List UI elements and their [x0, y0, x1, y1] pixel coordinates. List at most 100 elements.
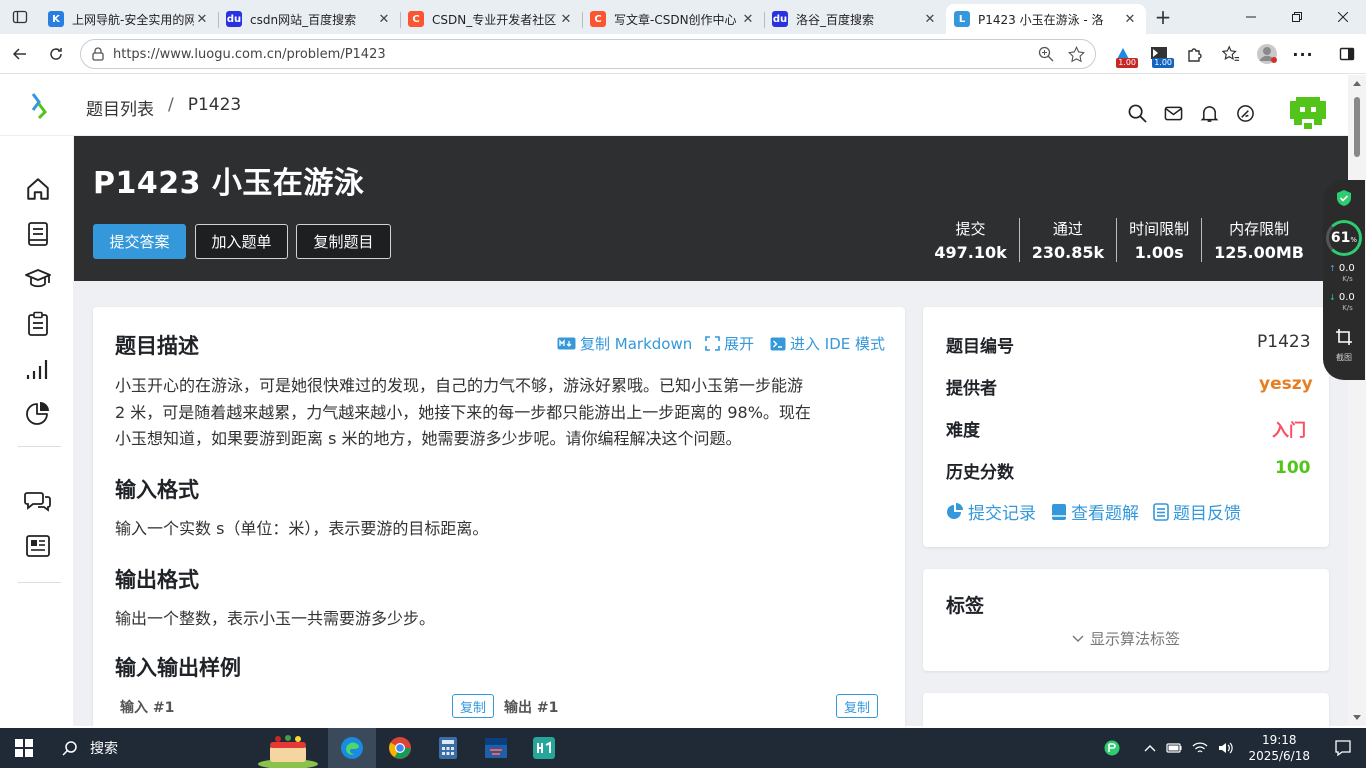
screenshot-icon[interactable]: [1335, 328, 1353, 346]
clock-time: 19:18: [1261, 733, 1297, 747]
chrome-browser-icon: [389, 737, 411, 759]
tab-close-icon[interactable]: ✕: [740, 12, 756, 27]
search-icon[interactable]: [1128, 104, 1147, 123]
expand-button[interactable]: 展开: [705, 333, 754, 354]
stat-time-limit: 时间限制 1.00s: [1116, 218, 1201, 262]
sidebar-courses[interactable]: [23, 264, 53, 294]
markdown-icon: [557, 337, 576, 350]
chevron-up-icon[interactable]: [1144, 744, 1156, 752]
taskbar-calculator[interactable]: [424, 728, 472, 768]
description-heading: 题目描述: [115, 334, 199, 358]
extension-1-button[interactable]: 1.00: [1105, 36, 1141, 72]
page-scrollbar[interactable]: [1348, 75, 1366, 726]
browser-tab[interactable]: K 上网导航-安全实用的网 ✕: [40, 4, 218, 34]
description-line: 小玉想知道，如果要游到距离 s 米的地方，她需要游多少步呢。请你编程解决这个问题…: [115, 429, 742, 448]
stat-label: 内存限制: [1229, 220, 1290, 238]
sidebar-ranking[interactable]: [23, 354, 53, 384]
extensions-button[interactable]: [1177, 36, 1213, 72]
solutions-link[interactable]: 查看题解: [1051, 499, 1139, 524]
tab-close-icon[interactable]: ✕: [376, 12, 392, 27]
stat-value: 1.00s: [1134, 243, 1184, 262]
url-text[interactable]: https://www.luogu.com.cn/problem/P1423: [113, 47, 1038, 62]
tab-favicon-icon: C: [408, 11, 424, 27]
volume-icon[interactable]: [1218, 741, 1234, 755]
wifi-icon[interactable]: [1192, 741, 1208, 755]
search-highlight-image[interactable]: [248, 728, 328, 768]
wechat-pay-icon[interactable]: [1104, 740, 1120, 756]
pie-chart-icon: [26, 402, 49, 425]
copy-markdown-button[interactable]: 复制 Markdown: [557, 333, 692, 354]
sample-output-label: 输出 #1: [504, 700, 559, 716]
ide-mode-button[interactable]: 进入 IDE 模式: [770, 333, 885, 354]
tab-close-icon[interactable]: ✕: [558, 12, 574, 27]
site-info-icon[interactable]: [91, 47, 105, 61]
more-menu-button[interactable]: ···: [1285, 36, 1321, 72]
network-monitor-widget[interactable]: 61% ↑ 0.0 K/s ↓ 0.0 K/s 截图: [1323, 180, 1365, 380]
tab-favicon-icon: C: [590, 11, 606, 27]
favorite-star-icon[interactable]: [1068, 45, 1085, 63]
sidebar-discuss[interactable]: [23, 486, 53, 516]
chevron-down-icon: [1072, 635, 1084, 642]
system-clock[interactable]: 19:18 2025/6/18: [1248, 732, 1310, 764]
luogu-logo[interactable]: [27, 92, 51, 124]
sidebar-home[interactable]: [23, 174, 53, 204]
tab-close-icon[interactable]: ✕: [194, 12, 210, 27]
tab-actions-button[interactable]: [0, 0, 40, 34]
clipboard-icon: [28, 311, 48, 336]
zoom-icon[interactable]: [1038, 46, 1054, 62]
taskbar-edge[interactable]: [328, 728, 376, 768]
sidebar-records[interactable]: [23, 399, 53, 429]
sidebar-contests[interactable]: [23, 309, 53, 339]
taskbar-app[interactable]: [520, 728, 568, 768]
browser-tab[interactable]: du csdn网站_百度搜索 ✕: [218, 4, 400, 34]
copy-sample-input-button[interactable]: 复制: [452, 694, 494, 718]
feedback-link[interactable]: 题目反馈: [1153, 499, 1241, 524]
show-tags-toggle[interactable]: 显示算法标签: [1072, 628, 1180, 649]
copy-problem-button[interactable]: 复制题目: [296, 224, 391, 259]
scroll-down-icon[interactable]: [1352, 714, 1362, 722]
add-to-list-button[interactable]: 加入题单: [195, 224, 288, 259]
restore-button[interactable]: [1274, 0, 1320, 34]
submission-records-link[interactable]: 提交记录: [946, 499, 1036, 524]
extension-2-button[interactable]: 1.00: [1141, 36, 1177, 72]
expand-label: 展开: [724, 335, 755, 353]
minimize-button[interactable]: [1228, 0, 1274, 34]
taskbar-search[interactable]: 搜索: [48, 728, 248, 768]
taskbar-chrome[interactable]: [376, 728, 424, 768]
breadcrumb-problem-list[interactable]: 题目列表: [86, 95, 154, 120]
user-avatar[interactable]: [1288, 95, 1328, 131]
info-value-provider[interactable]: yeszy: [1259, 374, 1313, 394]
close-window-button[interactable]: [1320, 0, 1366, 34]
tab-favicon-icon: du: [772, 11, 788, 27]
scrollbar-thumb[interactable]: [1354, 97, 1360, 157]
submit-answer-button[interactable]: 提交答案: [93, 224, 186, 259]
info-label-score: 历史分数: [946, 463, 1014, 483]
sidebar-problems[interactable]: [23, 219, 53, 249]
sidebar-toggle-button[interactable]: [1329, 36, 1365, 72]
profile-button[interactable]: [1249, 36, 1285, 72]
reload-button[interactable]: [38, 36, 74, 72]
sidebar-articles[interactable]: [23, 531, 53, 561]
scroll-up-icon[interactable]: [1352, 79, 1362, 87]
tab-close-icon[interactable]: ✕: [922, 12, 938, 27]
edit-feather-icon[interactable]: [1236, 104, 1255, 123]
start-button[interactable]: [0, 728, 48, 768]
upload-arrow-icon: ↑: [1329, 264, 1336, 273]
copy-sample-output-button[interactable]: 复制: [836, 694, 878, 718]
browser-tab[interactable]: du 洛谷_百度搜索 ✕: [764, 4, 946, 34]
bell-icon[interactable]: [1200, 104, 1219, 123]
new-tab-button[interactable]: +: [1146, 2, 1180, 32]
browser-tab[interactable]: C 写文章-CSDN创作中心 ✕: [582, 4, 764, 34]
notifications-button[interactable]: [1320, 728, 1366, 768]
browser-tab[interactable]: L P1423 小玉在游泳 - 洛 ✕: [946, 4, 1146, 34]
battery-icon[interactable]: [1166, 742, 1182, 754]
copy-markdown-label: 复制 Markdown: [580, 335, 693, 353]
favorites-button[interactable]: [1213, 36, 1249, 72]
browser-tab[interactable]: C CSDN_专业开发者社区 ✕: [400, 4, 582, 34]
back-button[interactable]: [2, 36, 38, 72]
url-bar[interactable]: https://www.luogu.com.cn/problem/P1423: [80, 39, 1096, 69]
mail-icon[interactable]: [1164, 104, 1183, 123]
taskbar-devcpp[interactable]: [472, 728, 520, 768]
breadcrumb-separator: /: [168, 95, 174, 115]
tab-close-icon[interactable]: ✕: [1122, 12, 1138, 27]
